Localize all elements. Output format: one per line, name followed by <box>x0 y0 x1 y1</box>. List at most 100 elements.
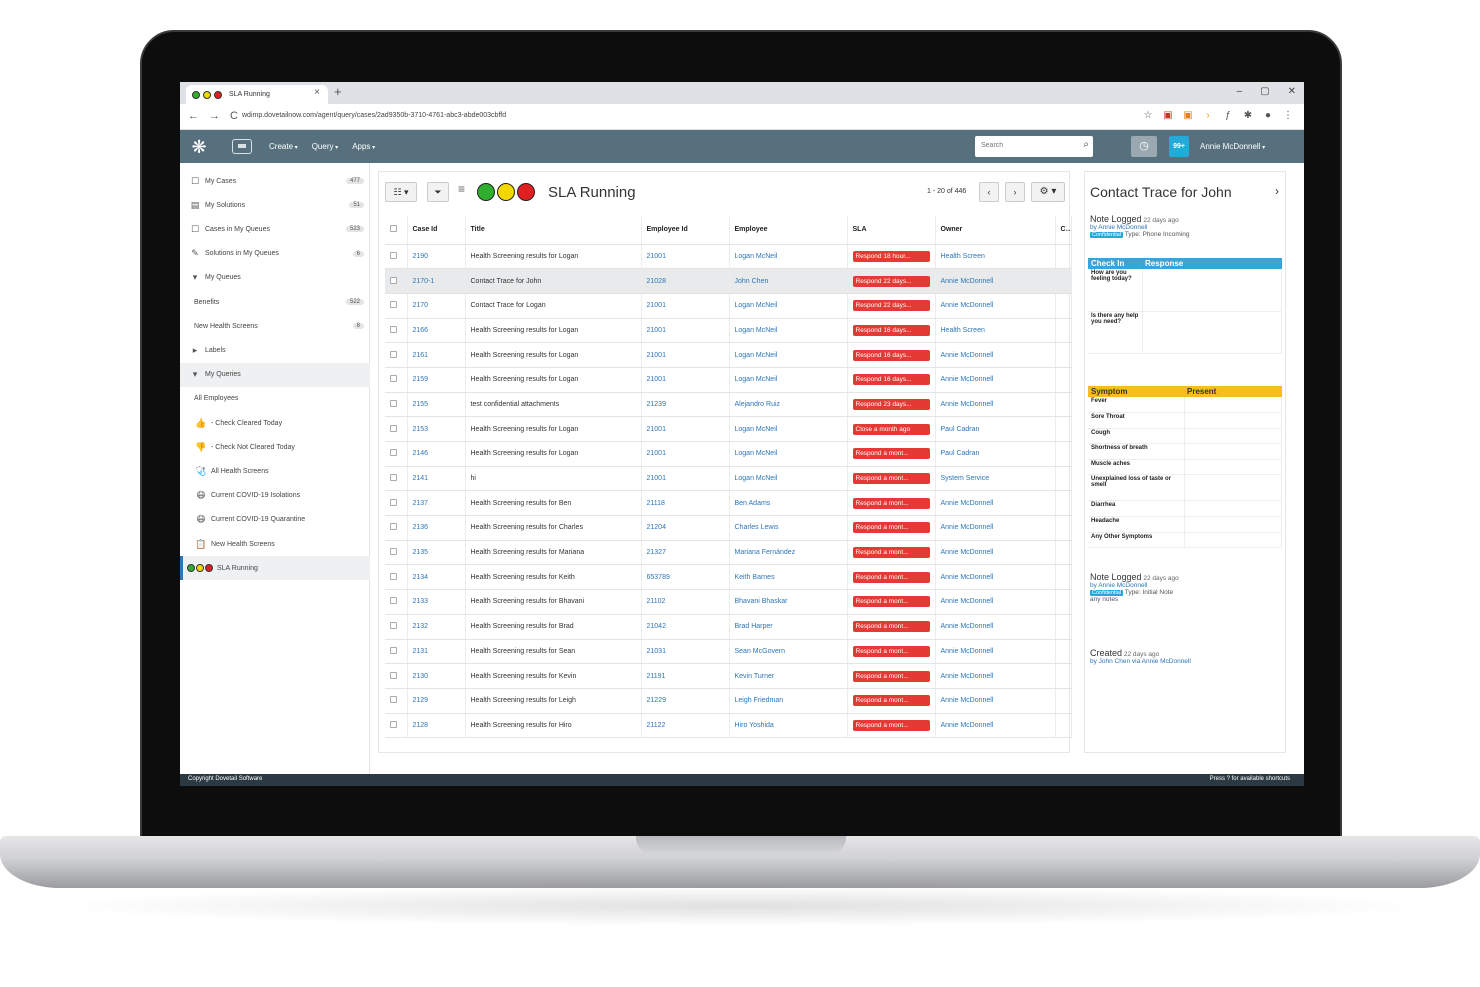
sidebar-item[interactable]: 🩺 All Health Screens <box>180 459 370 483</box>
employee-link[interactable]: Kevin Turner <box>729 663 848 689</box>
case-id-link[interactable]: 2153 <box>407 416 466 442</box>
sidebar-item[interactable]: 👎 - Check Not Cleared Today <box>180 435 370 459</box>
column-header-case-id[interactable]: Case Id <box>407 216 466 245</box>
select-all-checkbox[interactable] <box>385 216 408 245</box>
close-window-button[interactable]: ✕ <box>1288 86 1296 97</box>
employee-link[interactable]: Logan McNeil <box>729 318 848 344</box>
case-id-link[interactable]: 2190 <box>407 244 466 270</box>
url-field[interactable]: wdimp.dovetailnow.com/agent/query/cases/… <box>242 112 506 119</box>
gear-icon[interactable]: ⚙ ▾ <box>1031 182 1065 202</box>
profile-icon[interactable]: ● <box>1262 110 1274 121</box>
sidebar-item[interactable]: 😷 Current COVID-19 Isolations <box>180 484 370 508</box>
sidebar-item[interactable]: ☐ My Cases 477 <box>180 169 370 193</box>
owner-link[interactable]: Annie McDonnell <box>935 564 1056 591</box>
next-page-button[interactable]: › <box>1005 182 1025 202</box>
row-checkbox[interactable] <box>385 416 408 442</box>
employee-id-link[interactable]: 21191 <box>641 663 730 689</box>
employee-id-link[interactable]: 21001 <box>641 342 730 368</box>
sidebar-item[interactable]: Benefits 522 <box>180 290 370 314</box>
employee-link[interactable]: Logan McNeil <box>729 416 848 442</box>
employee-id-link[interactable]: 21001 <box>641 293 730 319</box>
new-tab-button[interactable]: + <box>334 84 342 99</box>
shortcuts-hint[interactable]: Press ? for available shortcuts <box>1210 776 1290 782</box>
row-checkbox[interactable] <box>385 268 408 294</box>
owner-link[interactable]: Health Screen <box>935 244 1056 270</box>
employee-id-link[interactable]: 21229 <box>641 688 730 714</box>
sidebar-item[interactable]: 👍 - Check Cleared Today <box>180 411 370 435</box>
table-row[interactable]: 2132 Health Screening results for Brad 210… <box>385 614 1072 640</box>
tab-close-icon[interactable]: × <box>314 87 320 98</box>
puzzle-icon[interactable]: ✱ <box>1242 110 1254 121</box>
prev-page-button[interactable]: ‹ <box>979 182 999 202</box>
table-row[interactable]: 2170 Contact Trace for Logan 21001 Logan Mc… <box>385 293 1072 319</box>
sidebar-item[interactable]: 📋 New Health Screens <box>180 532 370 556</box>
view-options-button[interactable]: ☷ ▾ <box>385 182 417 202</box>
user-menu[interactable]: Annie McDonnell <box>1200 142 1265 151</box>
row-checkbox[interactable] <box>385 441 408 467</box>
owner-link[interactable]: Annie McDonnell <box>935 268 1056 294</box>
table-row[interactable]: 2155 test confidential attachments 21239 Al… <box>385 392 1072 418</box>
employee-id-link[interactable]: 653789 <box>641 564 730 591</box>
case-id-link[interactable]: 2137 <box>407 490 466 517</box>
case-id-link[interactable]: 2161 <box>407 342 466 368</box>
sidebar-item[interactable]: ▤ My Solutions 51 <box>180 193 370 217</box>
owner-link[interactable]: Annie McDonnell <box>935 589 1056 615</box>
owner-link[interactable]: Annie McDonnell <box>935 515 1056 541</box>
browser-tab[interactable]: SLA Running × <box>186 85 328 104</box>
row-checkbox[interactable] <box>385 318 408 344</box>
case-id-link[interactable]: 2166 <box>407 318 466 344</box>
case-id-link[interactable]: 2159 <box>407 367 466 393</box>
employee-link[interactable]: Logan McNeil <box>729 342 848 368</box>
employee-link[interactable]: Sean McGovern <box>729 639 848 665</box>
employee-link[interactable]: Leigh Friedman <box>729 688 848 714</box>
extension-icon[interactable]: › <box>1202 110 1214 121</box>
owner-link[interactable]: Annie McDonnell <box>935 490 1056 517</box>
owner-link[interactable]: Annie McDonnell <box>935 663 1056 689</box>
column-header-employee-id[interactable]: Employee Id <box>641 216 730 245</box>
row-checkbox[interactable] <box>385 466 408 492</box>
employee-id-link[interactable]: 21102 <box>641 589 730 615</box>
notifications-badge[interactable]: 99+ <box>1169 136 1189 157</box>
sidebar-item[interactable]: ☐ Cases in My Queues 523 <box>180 217 370 241</box>
row-checkbox[interactable] <box>385 293 408 319</box>
case-id-link[interactable]: 2135 <box>407 540 466 566</box>
employee-link[interactable]: Bhavani Bhaskar <box>729 589 848 615</box>
case-id-link[interactable]: 2134 <box>407 564 466 591</box>
employee-id-link[interactable]: 21031 <box>641 639 730 665</box>
case-id-link[interactable]: 2136 <box>407 515 466 541</box>
sidebar-item[interactable]: ✎ Solutions in My Queues 6 <box>180 242 370 266</box>
case-id-link[interactable]: 2129 <box>407 688 466 714</box>
history-icon[interactable]: ◷ <box>1131 136 1157 157</box>
employee-link[interactable]: Logan McNeil <box>729 466 848 492</box>
employee-id-link[interactable]: 21204 <box>641 515 730 541</box>
row-checkbox[interactable] <box>385 515 408 541</box>
row-checkbox[interactable] <box>385 614 408 640</box>
employee-id-link[interactable]: 21118 <box>641 490 730 517</box>
apps-menu[interactable]: Apps <box>352 142 375 151</box>
row-checkbox[interactable] <box>385 713 408 739</box>
bookmark-star-icon[interactable]: ☆ <box>1142 110 1154 121</box>
back-button[interactable]: ← <box>188 110 199 122</box>
forward-button[interactable]: → <box>209 110 220 122</box>
table-row[interactable]: 2159 Health Screening results for Logan 21… <box>385 367 1072 393</box>
employee-link[interactable]: Charles Lewis <box>729 515 848 541</box>
employee-link[interactable]: Hiro Yoshida <box>729 713 848 739</box>
employee-id-link[interactable]: 21028 <box>641 268 730 294</box>
row-checkbox[interactable] <box>385 342 408 368</box>
owner-link[interactable]: System Service <box>935 466 1056 492</box>
employee-id-link[interactable]: 21001 <box>641 441 730 467</box>
table-row[interactable]: 2161 Health Screening results for Logan 21… <box>385 342 1072 368</box>
sidebar-item[interactable]: ▾ My Queues <box>180 266 370 290</box>
employee-link[interactable]: Logan McNeil <box>729 293 848 319</box>
sidebar-item[interactable]: New Health Screens 8 <box>180 314 370 338</box>
chevron-right-icon[interactable]: › <box>1275 184 1279 198</box>
sidebar-item[interactable]: 😷 Current COVID-19 Quarantine <box>180 508 370 532</box>
reload-button[interactable]: C <box>230 110 238 122</box>
column-header-sla[interactable]: SLA <box>847 216 936 245</box>
case-id-link[interactable]: 2155 <box>407 392 466 418</box>
table-row[interactable]: 2136 Health Screening results for Charles… <box>385 515 1072 541</box>
owner-link[interactable]: Annie McDonnell <box>935 688 1056 714</box>
table-row[interactable]: 2170-1 Contact Trace for John 21028 John Ch… <box>385 268 1072 294</box>
row-checkbox[interactable] <box>385 639 408 665</box>
dovetail-logo-icon[interactable]: ❋ <box>188 136 210 158</box>
